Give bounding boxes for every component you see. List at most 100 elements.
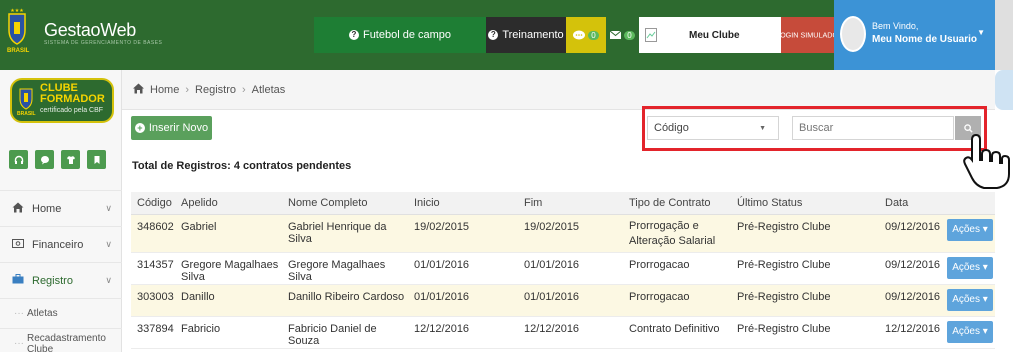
futebol-de-campo-button[interactable]: ? Futebol de campo (314, 17, 486, 53)
futebol-label: Futebol de campo (362, 29, 452, 41)
shirt-icon[interactable] (61, 150, 80, 169)
filter-select-value: Código (654, 122, 689, 134)
svg-text:★★★: ★★★ (10, 8, 24, 14)
cell-codigo: 348602 (131, 214, 175, 253)
column-header[interactable]: Nome Completo (282, 192, 408, 215)
column-header-actions (945, 192, 995, 215)
acoes-dropdown-button[interactable]: Ações ▾ (947, 288, 993, 311)
login-simulado-button[interactable]: LOGIN SIMULADO (776, 17, 839, 53)
cell-status: Pré-Registro Clube (731, 284, 879, 317)
sidebar-item-home[interactable]: Home ∨ (0, 190, 122, 226)
logo-line-3: certificado pela CBF (40, 107, 104, 114)
cell-nome: Danillo Ribeiro Cardoso (282, 284, 408, 317)
search-input[interactable] (792, 116, 954, 140)
cell-fim: 19/02/2015 (518, 214, 623, 253)
table-row[interactable]: 303003 Danillo Danillo Ribeiro Cardoso 0… (131, 284, 995, 317)
briefcase-icon (12, 274, 26, 287)
headset-icon[interactable] (9, 150, 28, 169)
acoes-dropdown-button[interactable]: Ações ▾ (947, 256, 993, 279)
sidebar-menu: Home ∨ Financeiro ∨ Registro ∨ ··· Atlet… (0, 190, 122, 352)
table-row[interactable]: 314357 Gregore Magalhaes Silva Gregore M… (131, 252, 995, 285)
money-icon (12, 238, 26, 251)
table-row[interactable]: 348602 Gabriel Gabriel Henrique da Silva… (131, 214, 995, 253)
cell-data: 12/12/2016 (879, 316, 945, 349)
acoes-label: Ações (952, 223, 980, 235)
column-header[interactable]: Tipo de Contrato (623, 192, 731, 215)
cell-fim: 01/01/2016 (518, 252, 623, 285)
cell-status: Pré-Registro Clube (731, 252, 879, 285)
cell-tipo: Prorrogacao (623, 284, 731, 317)
user-menu[interactable]: Bem Vindo, Meu Nome de Usuario ▼ (834, 0, 995, 70)
app-subtitle: SISTEMA DE GERENCIAMENTO DE BASES (44, 40, 163, 46)
acoes-dropdown-button[interactable]: Ações ▾ (947, 320, 993, 343)
bookmark-icon[interactable] (87, 150, 106, 169)
sidebar: BRASIL CLUBE FORMADOR certificado pela C… (0, 70, 122, 352)
cell-fim: 12/12/2016 (518, 316, 623, 349)
app-logo[interactable]: ★★★ BRASIL GestaoWeb SISTEMA DE GERENCIA… (0, 0, 250, 70)
cell-status: Pré-Registro Clube (731, 316, 879, 349)
acoes-dropdown-button[interactable]: Ações ▾ (947, 218, 993, 241)
sidebar-subitem-atletas[interactable]: ··· Atletas (0, 298, 122, 328)
meu-clube-label: Meu Clube (689, 29, 740, 41)
column-header[interactable]: Data (879, 192, 945, 215)
sidebar-subitem-label: Atletas (27, 308, 58, 319)
cell-nome: Gregore Magalhaes Silva (282, 252, 408, 285)
cell-apelido: Danillo (175, 284, 282, 317)
cell-codigo: 337894 (131, 316, 175, 349)
breadcrumb-separator: › (241, 83, 246, 96)
chevron-down-icon: ∨ (105, 275, 112, 285)
breadcrumb-registro[interactable]: Registro (195, 84, 236, 96)
chat-icon (573, 30, 586, 39)
envelope-icon (610, 31, 622, 39)
sidebar-subitem-label: Recadastramento Clube (27, 332, 106, 352)
chat-button[interactable]: 0 (566, 17, 606, 53)
breadcrumb-home[interactable]: Home (150, 84, 179, 96)
cell-inicio: 12/12/2016 (408, 316, 518, 349)
cell-apelido: Gabriel (175, 214, 282, 253)
meu-clube-button[interactable]: Meu Clube (639, 17, 781, 53)
cell-data: 09/12/2016 (879, 252, 945, 285)
sidebar-subitem-recadastramento[interactable]: ··· Recadastramento Clube (0, 328, 122, 352)
sidebar-item-label: Home (32, 202, 62, 215)
app-title: GestaoWeb (44, 20, 137, 40)
acoes-label: Ações (952, 293, 980, 305)
treinamento-button[interactable]: ? Treinamento (486, 17, 566, 53)
sidebar-item-registro[interactable]: Registro ∨ (0, 262, 122, 298)
column-header[interactable]: Fim (518, 192, 623, 215)
acoes-label: Ações (952, 261, 980, 273)
inserir-novo-label: Inserir Novo (148, 122, 209, 134)
column-header[interactable]: Último Status (731, 192, 879, 215)
home-icon[interactable] (132, 83, 145, 97)
column-header[interactable]: Inicio (408, 192, 518, 215)
filter-select[interactable]: Código ▼ (647, 116, 779, 140)
cell-tipo: Prorrogação e Alteração Salarial (623, 214, 731, 253)
tree-line: ··· (14, 338, 24, 349)
sidebar-item-financeiro[interactable]: Financeiro ∨ (0, 226, 122, 262)
total-records-text: Total de Registros: 4 contratos pendente… (132, 160, 352, 172)
cell-status: Pré-Registro Clube (731, 214, 879, 253)
logo-line-2: FORMADOR (40, 93, 105, 105)
table-row[interactable]: 337894 Fabricio Fabricio Daniel de Souza… (131, 316, 995, 349)
chat-count-badge: 0 (588, 30, 599, 40)
cell-apelido: Fabricio (175, 316, 282, 349)
cell-tipo: Prorrogacao (623, 252, 731, 285)
avatar (840, 16, 866, 52)
sidebar-item-label: Registro (32, 274, 73, 287)
question-icon: ? (488, 30, 499, 40)
brand-label: BRASIL (7, 48, 30, 54)
cell-actions: Ações ▾ (945, 316, 995, 349)
mail-button[interactable]: 0 (606, 17, 639, 53)
inserir-novo-button[interactable]: + Inserir Novo (131, 116, 212, 140)
comment-icon[interactable] (35, 150, 54, 169)
breadcrumb-atletas: Atletas (251, 83, 286, 96)
welcome-text: Bem Vindo, (872, 21, 919, 31)
question-icon: ? (348, 30, 359, 40)
side-panel-tab[interactable] (995, 70, 1013, 110)
plus-icon: + (134, 123, 145, 133)
sidebar-item-label: Financeiro (32, 238, 84, 251)
breadcrumb: Home › Registro › Atletas (122, 70, 995, 110)
cell-actions: Ações ▾ (945, 284, 995, 317)
treinamento-label: Treinamento (502, 29, 564, 41)
column-header[interactable]: Código (131, 192, 175, 215)
column-header[interactable]: Apelido (175, 192, 282, 215)
